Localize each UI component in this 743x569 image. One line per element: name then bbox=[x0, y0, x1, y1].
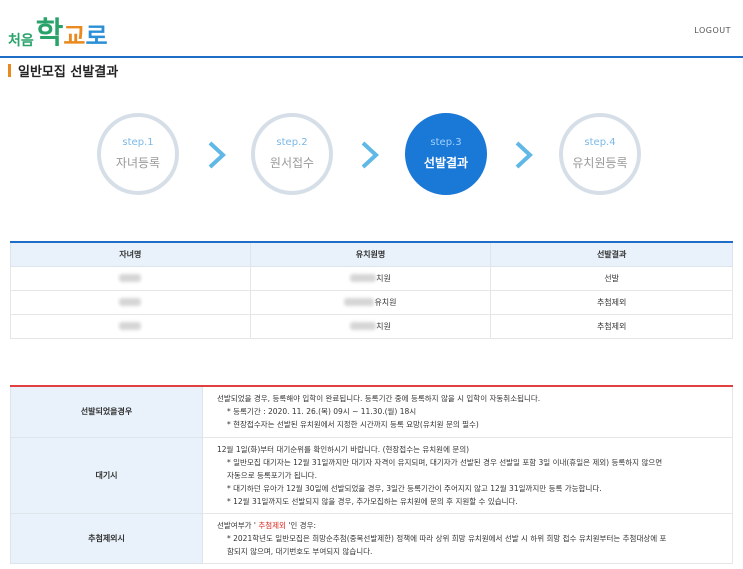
table-row: 치원 선발 bbox=[10, 265, 733, 291]
step-label: 선발결과 bbox=[423, 156, 469, 170]
step-number: step.1 bbox=[122, 137, 154, 148]
logo-text-part2: 학 bbox=[35, 16, 64, 51]
header: 처음 학 교 로 LOGOUT bbox=[0, 0, 743, 58]
table-row: 유치원 추첨제외 bbox=[10, 289, 733, 315]
guidance-table: 선발되었을경우 선발되었을 경우, 등록해야 입학이 완료됩니다. 등록기간 중… bbox=[10, 385, 733, 564]
child-name-cell bbox=[10, 265, 251, 291]
info-row-title: 선발되었을경우 bbox=[10, 385, 203, 438]
info-line: 자동으로 등록포기가 됩니다. bbox=[227, 470, 317, 480]
step-number: step.2 bbox=[276, 137, 308, 148]
info-line: * 현장접수자는 선발된 유치원에서 지정한 시간까지 등록 요망(유치원 문의… bbox=[227, 420, 479, 430]
info-row-content: 선발되었을 경우, 등록해야 입학이 완료됩니다. 등록기간 중에 등록하지 않… bbox=[202, 385, 733, 438]
step-progress: step.1 자녀등록 step.2 원서접수 step.3 선발결과 step… bbox=[0, 110, 743, 200]
excluded-highlight: 추첨제외 bbox=[258, 520, 286, 530]
column-header-kinder-name: 유치원명 bbox=[249, 241, 492, 267]
info-row-waiting: 대기시 12월 1일(화)부터 대기순위를 확인하시기 바랍니다. (현장접수는… bbox=[10, 436, 733, 514]
info-row-content: 선발여부가 ' 추첨제외 '인 경우: * 2021학년도 일반모집은 희망순추… bbox=[202, 512, 733, 564]
selection-result-table: 자녀명 유치원명 선발결과 치원 선발 유치원 추첨제외 치원 추첨제외 bbox=[10, 241, 733, 339]
logo-text-part1: 처음 bbox=[8, 33, 34, 49]
step-number: step.3 bbox=[430, 137, 462, 148]
step-4-kinder-register: step.4 유치원등록 bbox=[559, 113, 641, 195]
blurred-kinder-name bbox=[350, 274, 377, 282]
step-label: 원서접수 bbox=[269, 156, 315, 170]
info-line: * 일반모집 대기자는 12월 31일까지만 대기자 자격이 유지되며, 대기자… bbox=[227, 457, 663, 467]
chevron-right-icon bbox=[208, 141, 226, 169]
logo-text-part4: 로 bbox=[85, 22, 108, 50]
step-3-selection-result: step.3 선발결과 bbox=[405, 113, 487, 195]
result-cell: 선발 bbox=[490, 265, 733, 291]
result-cell: 추첨제외 bbox=[490, 289, 733, 315]
kinder-name-cell: 치원 bbox=[249, 265, 492, 291]
kinder-name-visible: 유치원 bbox=[374, 297, 397, 307]
result-cell: 추첨제외 bbox=[490, 313, 733, 339]
info-line: 선발되었을 경우, 등록해야 입학이 완료됩니다. 등록기간 중에 등록하지 않… bbox=[217, 394, 541, 404]
kinder-name-cell: 치원 bbox=[249, 313, 492, 339]
blurred-kinder-name bbox=[350, 322, 377, 330]
info-row-excluded: 추첨제외시 선발여부가 ' 추첨제외 '인 경우: * 2021학년도 일반모집… bbox=[10, 512, 733, 564]
blurred-child-name bbox=[119, 322, 142, 330]
kinder-name-cell: 유치원 bbox=[249, 289, 492, 315]
step-2-application: step.2 원서접수 bbox=[251, 113, 333, 195]
info-line: * 대기하던 유아가 12월 30일에 선발되었을 경우, 3일간 등록기간이 … bbox=[227, 483, 602, 493]
info-line: 12월 1일(화)부터 대기순위를 확인하시기 바랍니다. (현장접수는 유치원… bbox=[217, 444, 470, 454]
step-label: 자녀등록 bbox=[115, 156, 161, 170]
chevron-right-icon bbox=[361, 141, 379, 169]
info-line: 함되지 않으며, 대기번호도 부여되지 않습니다. bbox=[227, 546, 373, 556]
kinder-name-visible: 치원 bbox=[376, 321, 391, 331]
step-number: step.4 bbox=[584, 137, 616, 148]
column-header-result: 선발결과 bbox=[490, 241, 733, 267]
info-row-title: 추첨제외시 bbox=[10, 512, 203, 564]
chevron-right-icon bbox=[515, 141, 533, 169]
info-text: 선발여부가 ' bbox=[217, 520, 259, 530]
column-header-child-name: 자녀명 bbox=[10, 241, 251, 267]
title-accent-bar bbox=[8, 63, 11, 77]
page-title: 일반모집 선발결과 bbox=[18, 64, 119, 80]
info-line: * 2021학년도 일반모집은 희망순추첨(중복선발제한) 정책에 따라 상위 … bbox=[227, 533, 667, 543]
step-label: 유치원등록 bbox=[572, 156, 628, 170]
table-row: 치원 추첨제외 bbox=[10, 313, 733, 339]
logo-text-part3: 교 bbox=[63, 22, 86, 50]
child-name-cell bbox=[10, 313, 251, 339]
info-row-content: 12월 1일(화)부터 대기순위를 확인하시기 바랍니다. (현장접수는 유치원… bbox=[202, 436, 733, 514]
logout-link[interactable]: LOGOUT bbox=[694, 26, 731, 35]
page-title-wrap: 일반모집 선발결과 bbox=[8, 62, 119, 80]
info-line: * 12월 31일까지도 선발되지 않을 경우, 추가모집하는 유치원에 문의 … bbox=[227, 496, 518, 506]
info-line: 선발여부가 ' 추첨제외 '인 경우: bbox=[217, 521, 316, 530]
info-text: '인 경우: bbox=[285, 520, 317, 530]
info-row-title: 대기시 bbox=[10, 436, 203, 514]
blurred-child-name bbox=[119, 298, 142, 306]
blurred-kinder-name bbox=[344, 298, 375, 306]
info-line: * 등록기간 : 2020. 11. 26.(목) 09시 ~ 11.30.(월… bbox=[227, 407, 417, 417]
logo[interactable]: 처음 학 교 로 bbox=[8, 10, 108, 51]
kinder-name-visible: 치원 bbox=[376, 273, 391, 283]
step-1-child-register: step.1 자녀등록 bbox=[97, 113, 179, 195]
child-name-cell bbox=[10, 289, 251, 315]
table-header-row: 자녀명 유치원명 선발결과 bbox=[10, 241, 733, 267]
blurred-child-name bbox=[119, 274, 142, 282]
info-row-selected: 선발되었을경우 선발되었을 경우, 등록해야 입학이 완료됩니다. 등록기간 중… bbox=[10, 385, 733, 438]
